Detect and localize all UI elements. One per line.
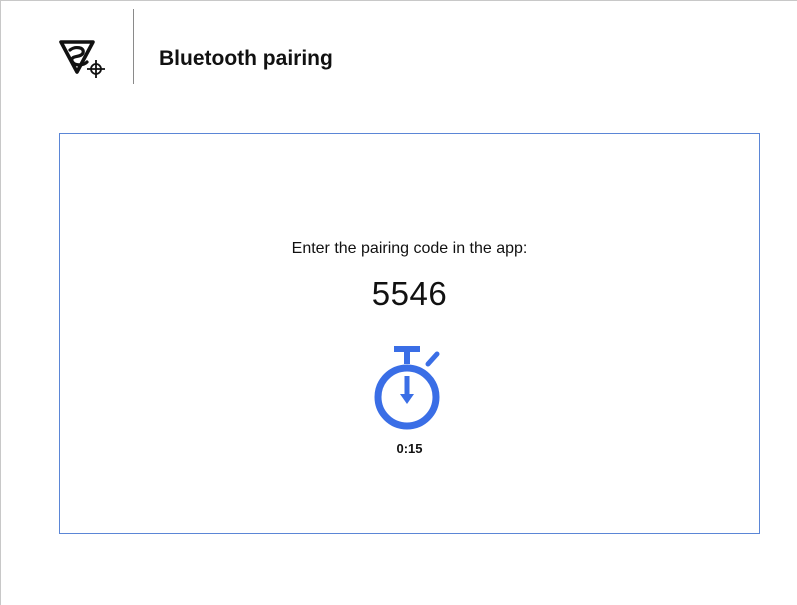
app-window: Bluetooth pairing Enter the pairing code… xyxy=(0,0,797,605)
pairing-instruction: Enter the pairing code in the app: xyxy=(291,240,528,257)
page-title: Bluetooth pairing xyxy=(159,47,333,70)
pairing-code: 5546 xyxy=(371,275,448,312)
stopwatch-icon xyxy=(374,346,440,430)
page-header: Bluetooth pairing xyxy=(1,1,797,91)
countdown-timer: 0:15 xyxy=(396,441,423,456)
brand-logo-icon xyxy=(59,40,105,78)
header-divider xyxy=(133,9,134,84)
pairing-panel: Enter the pairing code in the app: 5546 … xyxy=(59,133,760,534)
